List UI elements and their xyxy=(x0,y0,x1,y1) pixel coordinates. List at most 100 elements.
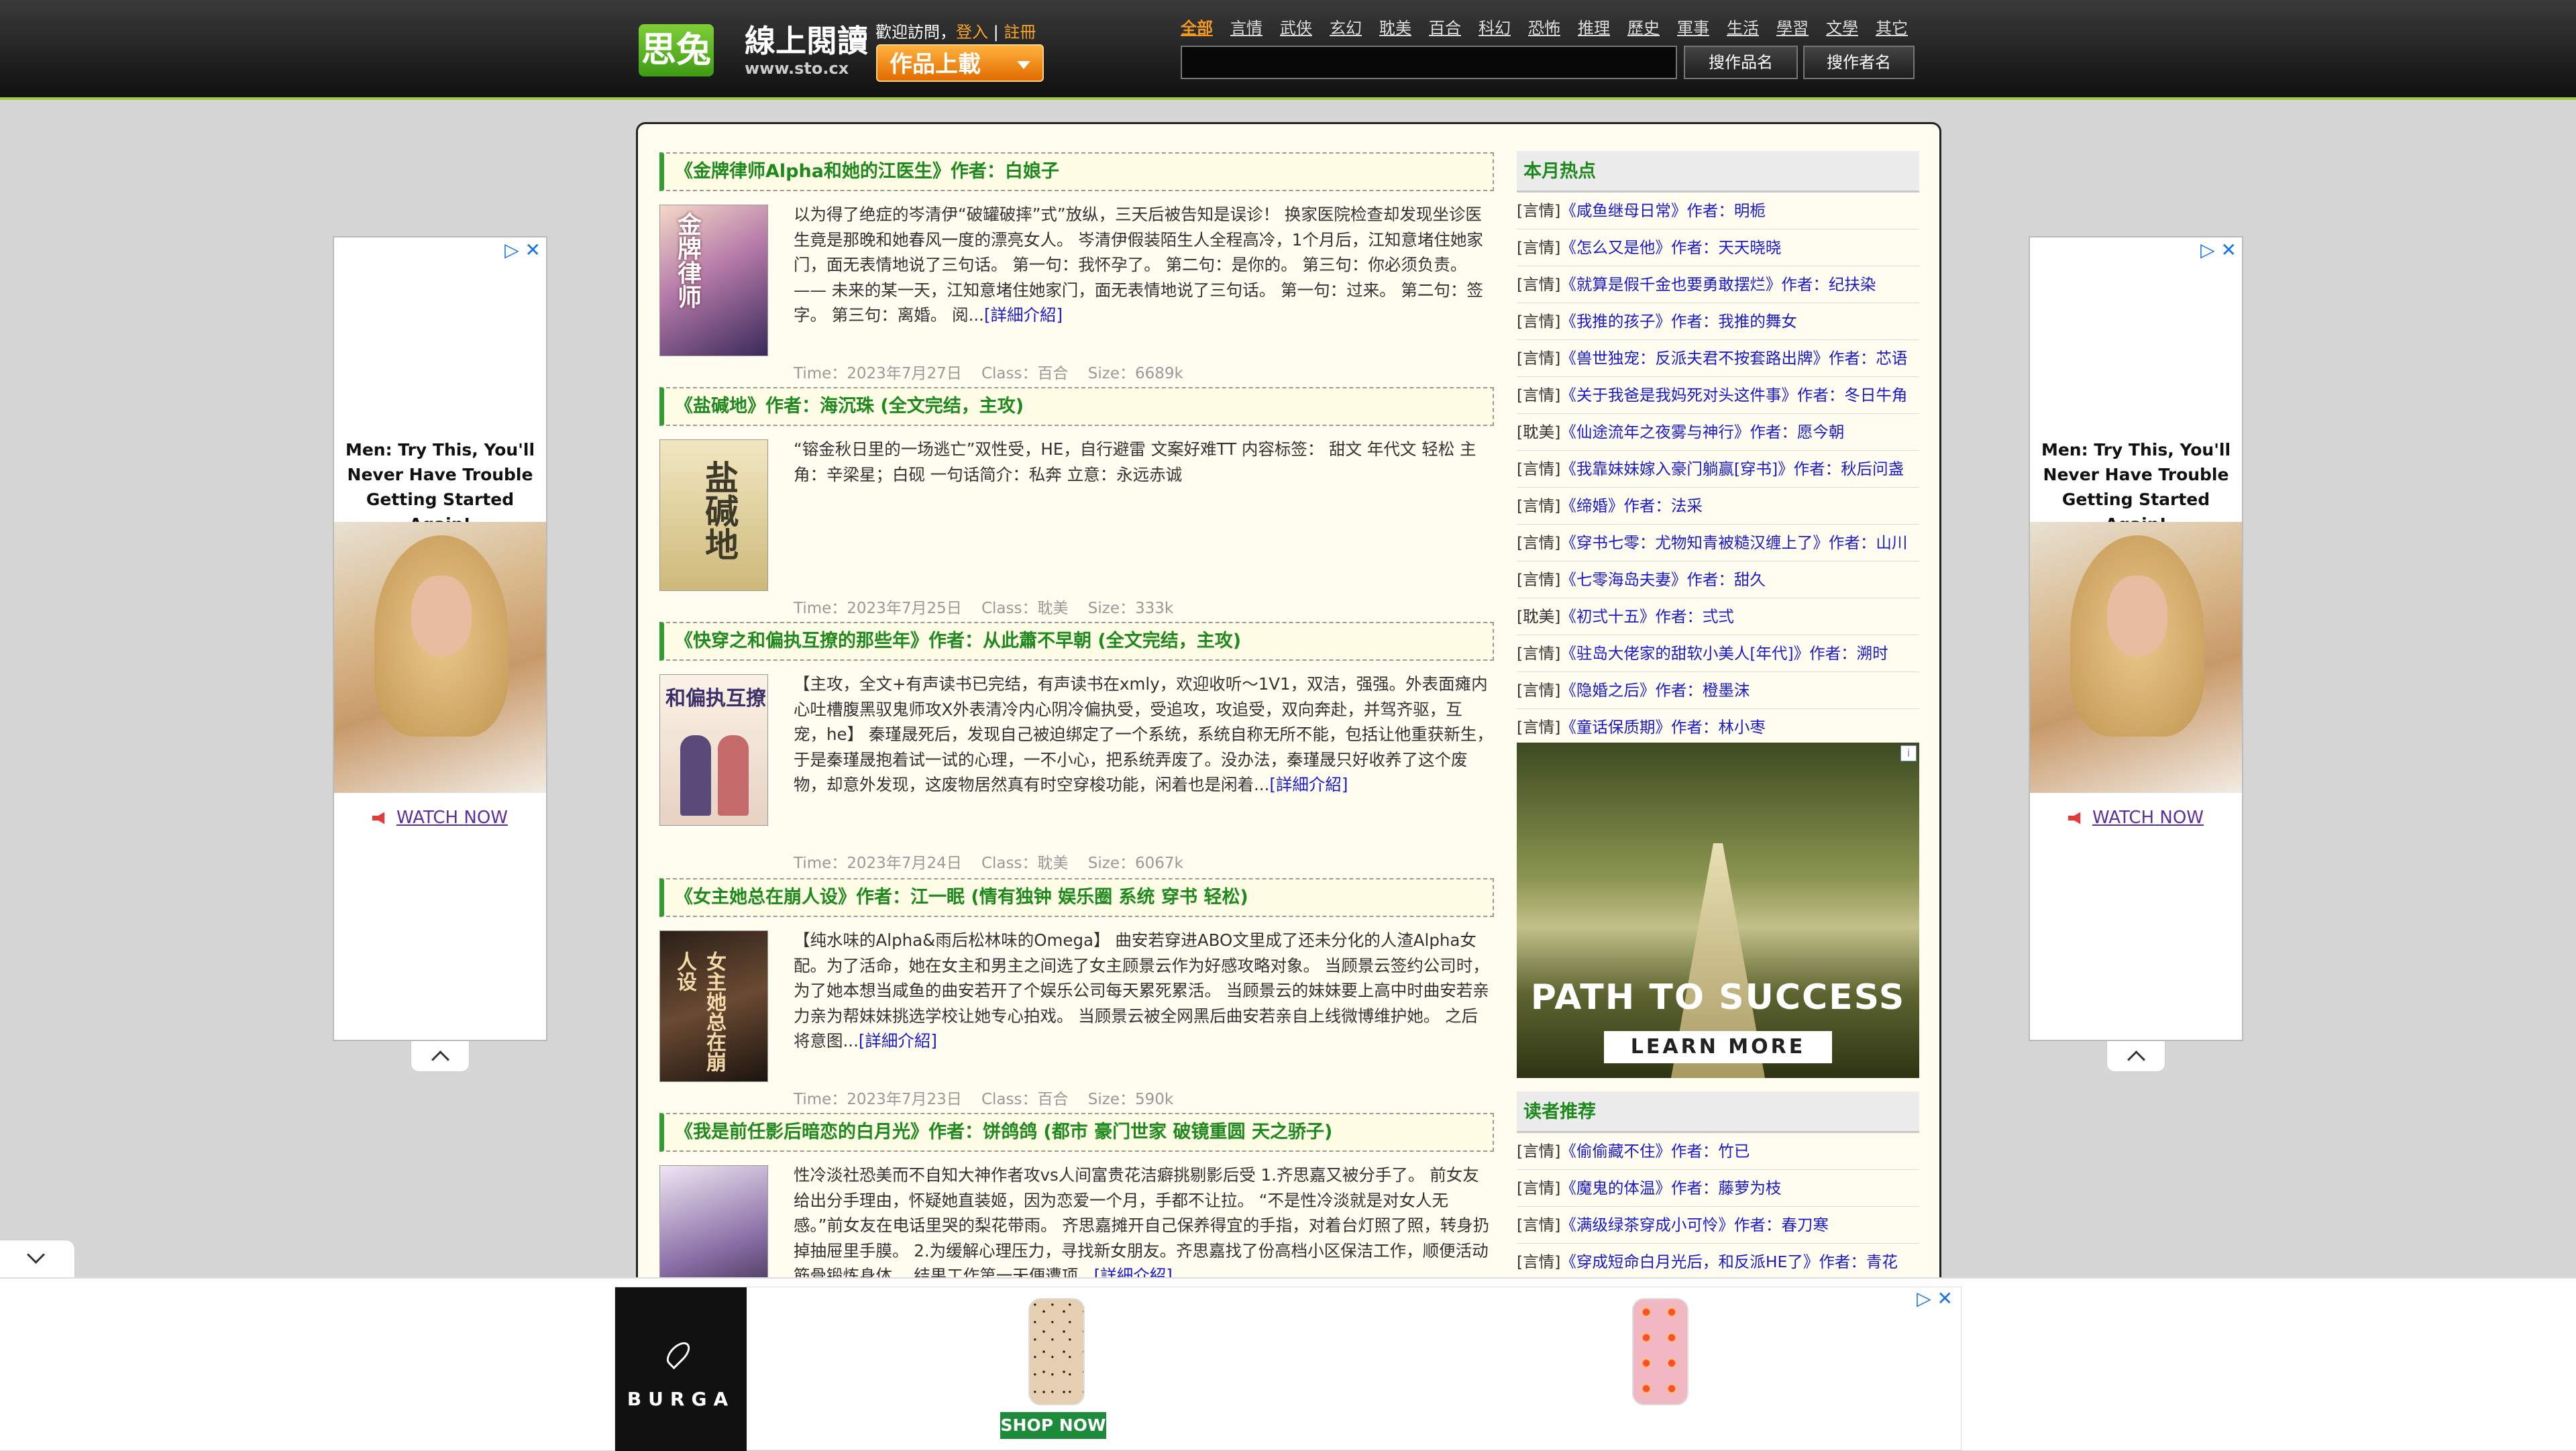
list-item[interactable]: [耽美]《仙途流年之夜雾与神行》作者：愿今朝 xyxy=(1517,414,1919,451)
details-link[interactable]: [詳細介紹] xyxy=(984,305,1063,325)
list-item[interactable]: [言情]《穿书七零：尤物知青被糙汉缠上了》作者：山川 xyxy=(1517,525,1919,561)
upload-label: 作品上載 xyxy=(890,51,981,78)
list-item[interactable]: [言情]《偷偷藏不住》作者：竹已 xyxy=(1517,1133,1919,1170)
book-size: Size：6689k xyxy=(1087,365,1183,382)
category-horror[interactable]: 恐怖 xyxy=(1528,15,1560,38)
bottom-banner-ad[interactable]: BURGA SHOP NOW ▷ ✕ xyxy=(614,1287,1962,1451)
list-item[interactable]: [言情]《穿成短命白月光后，和反派HE了》作者：青花 xyxy=(1517,1244,1919,1281)
book-description: 【纯水味的Alpha&雨后松林味的Omega】 曲安若穿进ABO文里成了还未分化… xyxy=(794,930,1489,1051)
brand-logo[interactable]: BURGA xyxy=(615,1287,747,1451)
book-title[interactable]: 《盐碱地》作者：海沉珠 (全文完结，主攻) xyxy=(659,387,1494,426)
ad-info-icon[interactable]: i xyxy=(1900,745,1917,761)
welcome-label: 歡迎訪問， xyxy=(875,23,956,42)
list-item[interactable]: [言情]《满级绿茶穿成小可怜》作者：春刀寒 xyxy=(1517,1207,1919,1244)
category-history[interactable]: 歷史 xyxy=(1627,15,1660,38)
details-link[interactable]: [詳細介紹] xyxy=(1269,775,1348,794)
category-danmei[interactable]: 耽美 xyxy=(1379,15,1411,38)
category-mystery[interactable]: 推理 xyxy=(1578,15,1610,38)
book-time: Time：2023年7月25日 xyxy=(794,600,962,617)
register-link[interactable]: 註冊 xyxy=(1004,23,1036,42)
list-item[interactable]: [言情]《怎么又是他》作者：天天晓晓 xyxy=(1517,229,1919,266)
book-title[interactable]: 《女主她总在崩人设》作者：江一眠 (情有独钟 娱乐圈 系统 穿书 轻松) xyxy=(659,878,1494,917)
book-description: 【主攻，全文+有声读书已完结，有声读书在xmly，欢迎收听～1V1，双洁，强强。… xyxy=(794,674,1493,794)
right-ad-collapse-handle[interactable] xyxy=(2106,1041,2165,1072)
list-item[interactable]: [耽美]《初弍十五》作者：弍弍 xyxy=(1517,598,1919,635)
book-entry: 《盐碱地》作者：海沉珠 (全文完结，主攻) 盐碱地 “镕金秋日里的一场逃亡”双性… xyxy=(659,387,1494,617)
login-link[interactable]: 登入 xyxy=(956,23,988,42)
ad-learn-more-button[interactable]: LEARN MORE xyxy=(1604,1031,1832,1063)
book-cover[interactable]: 金牌律师 xyxy=(659,205,768,356)
category-literature[interactable]: 文學 xyxy=(1826,15,1858,38)
book-cover[interactable]: 女主她总在崩人设 xyxy=(659,930,768,1082)
product-image[interactable] xyxy=(1632,1298,1688,1405)
right-skyscraper-ad[interactable]: ▷ ✕ Men: Try This, You'll Never Have Tro… xyxy=(2029,236,2243,1041)
list-item[interactable]: [言情]《七零海岛夫妻》作者：甜久 xyxy=(1517,561,1919,598)
list-item[interactable]: [言情]《我推的孩子》作者：我推的舞女 xyxy=(1517,303,1919,340)
ad-watch-now[interactable]: WATCH NOW xyxy=(2030,808,2242,828)
category-fantasy[interactable]: 玄幻 xyxy=(1330,15,1362,38)
ad-choices-icon[interactable]: ▷ ✕ xyxy=(1917,1287,1953,1309)
category-romance[interactable]: 言情 xyxy=(1230,15,1263,38)
ad-choices-icon[interactable]: ▷ ✕ xyxy=(504,239,541,261)
book-meta: Time：2023年7月27日 Class：百合 Size：6689k xyxy=(794,360,1183,383)
details-link[interactable]: [詳細介紹] xyxy=(859,1031,937,1051)
separator: | xyxy=(993,23,999,42)
book-description: “镕金秋日里的一场逃亡”双性受，HE，自行避雷 文案好难TT 内容标签： 甜文 … xyxy=(794,439,1477,484)
left-ad-collapse-handle[interactable] xyxy=(411,1041,470,1072)
ad-watch-now[interactable]: WATCH NOW xyxy=(334,808,546,828)
category-wuxia[interactable]: 武侠 xyxy=(1280,15,1312,38)
book-title[interactable]: 《快穿之和偏执互撩的那些年》作者：从此蕭不早朝 (全文完结，主攻) xyxy=(659,622,1494,661)
chevron-up-icon xyxy=(2127,1051,2145,1069)
chevron-down-icon xyxy=(27,1246,45,1264)
product-image[interactable] xyxy=(1028,1298,1085,1405)
ad-cta-label: WATCH NOW xyxy=(396,808,508,828)
content-panel: 《金牌律师Alpha和她的江医生》作者：白娘子 金牌律师 以为得了绝症的岑清伊“… xyxy=(636,122,1941,1449)
list-item[interactable]: [言情]《童话保质期》作者：林小枣 xyxy=(1517,709,1919,746)
list-item[interactable]: [言情]《兽世独宠：反派夫君不按套路出牌》作者：芯语 xyxy=(1517,340,1919,377)
book-size: Size：590k xyxy=(1087,1091,1174,1108)
ad-image[interactable] xyxy=(334,522,546,793)
site-url: www.sto.cx xyxy=(745,59,849,78)
ad-choices-icon[interactable]: ▷ ✕ xyxy=(2200,239,2237,261)
shop-now-button[interactable]: SHOP NOW xyxy=(1000,1412,1106,1439)
left-skyscraper-ad[interactable]: ▷ ✕ Men: Try This, You'll Never Have Tro… xyxy=(333,236,547,1041)
bottom-ad-bar: BURGA SHOP NOW ▷ ✕ xyxy=(0,1277,2576,1451)
list-item[interactable]: [言情]《我靠妹妹嫁入豪门躺赢[穿书]》作者：秋后问盏 xyxy=(1517,451,1919,488)
upload-button[interactable]: 作品上載 xyxy=(876,44,1044,82)
site-name[interactable]: 線上閱讀 xyxy=(745,24,868,58)
book-description: 性冷淡社恐美而不自知大神作者攻vs人间富贵花洁癖挑剔影后受 1.齐思嘉又被分手了… xyxy=(794,1165,1490,1285)
book-title[interactable]: 《金牌律师Alpha和她的江医生》作者：白娘子 xyxy=(659,152,1494,191)
category-study[interactable]: 學習 xyxy=(1776,15,1809,38)
category-life[interactable]: 生活 xyxy=(1727,15,1759,38)
site-logo[interactable]: 思兔 xyxy=(639,24,714,76)
list-item[interactable]: [言情]《就算是假千金也要勇敢摆烂》作者：纪扶染 xyxy=(1517,266,1919,303)
search-input[interactable] xyxy=(1181,46,1677,79)
book-class: Class：耽美 xyxy=(981,600,1069,617)
list-item[interactable]: [言情]《隐婚之后》作者：橙墨沫 xyxy=(1517,672,1919,709)
book-time: Time：2023年7月24日 xyxy=(794,855,962,872)
reader-recommend-list: [言情]《偷偷藏不住》作者：竹已 [言情]《魔鬼的体温》作者：藤萝为枝 [言情]… xyxy=(1517,1133,1919,1281)
category-military[interactable]: 軍事 xyxy=(1677,15,1709,38)
book-entry: 《女主她总在崩人设》作者：江一眠 (情有独钟 娱乐圈 系统 穿书 轻松) 女主她… xyxy=(659,878,1494,1108)
category-baihe[interactable]: 百合 xyxy=(1429,15,1461,38)
category-all[interactable]: 全部 xyxy=(1181,15,1213,38)
ad-slogan[interactable]: PATH TO SUCCESS xyxy=(1517,977,1919,1018)
category-other[interactable]: 其它 xyxy=(1876,15,1908,38)
list-item[interactable]: [言情]《咸鱼继母日常》作者：明栀 xyxy=(1517,193,1919,229)
bottom-ad-collapse-tab[interactable] xyxy=(0,1240,75,1277)
monthly-hot-section: 本月热点 [言情]《咸鱼继母日常》作者：明栀 [言情]《怎么又是他》作者：天天晓… xyxy=(1517,151,1919,746)
list-item[interactable]: [言情]《魔鬼的体温》作者：藤萝为枝 xyxy=(1517,1170,1919,1207)
search-author-button[interactable]: 搜作者名 xyxy=(1803,46,1915,79)
list-item[interactable]: [言情]《驻岛大佬家的甜软小美人[年代]》作者：溯时 xyxy=(1517,635,1919,672)
speaker-icon xyxy=(372,812,385,824)
sidebar-ad[interactable]: PATH TO SUCCESS LEARN MORE i xyxy=(1517,743,1919,1078)
list-item[interactable]: [言情]《缔婚》作者：法采 xyxy=(1517,488,1919,525)
ad-image[interactable] xyxy=(2030,522,2242,793)
book-cover[interactable]: 和偏执互撩 xyxy=(659,674,768,826)
book-cover[interactable]: 盐碱地 xyxy=(659,439,768,591)
book-title[interactable]: 《我是前任影后暗恋的白月光》作者：饼鸽鸽 (都市 豪门世家 破镜重圆 天之骄子) xyxy=(659,1113,1494,1152)
search-title-button[interactable]: 搜作品名 xyxy=(1684,46,1798,79)
category-scifi[interactable]: 科幻 xyxy=(1479,15,1511,38)
list-item[interactable]: [言情]《关于我爸是我妈死对头这件事》作者：冬日牛角 xyxy=(1517,377,1919,414)
book-entry: 《快穿之和偏执互撩的那些年》作者：从此蕭不早朝 (全文完结，主攻) 和偏执互撩 … xyxy=(659,622,1494,872)
